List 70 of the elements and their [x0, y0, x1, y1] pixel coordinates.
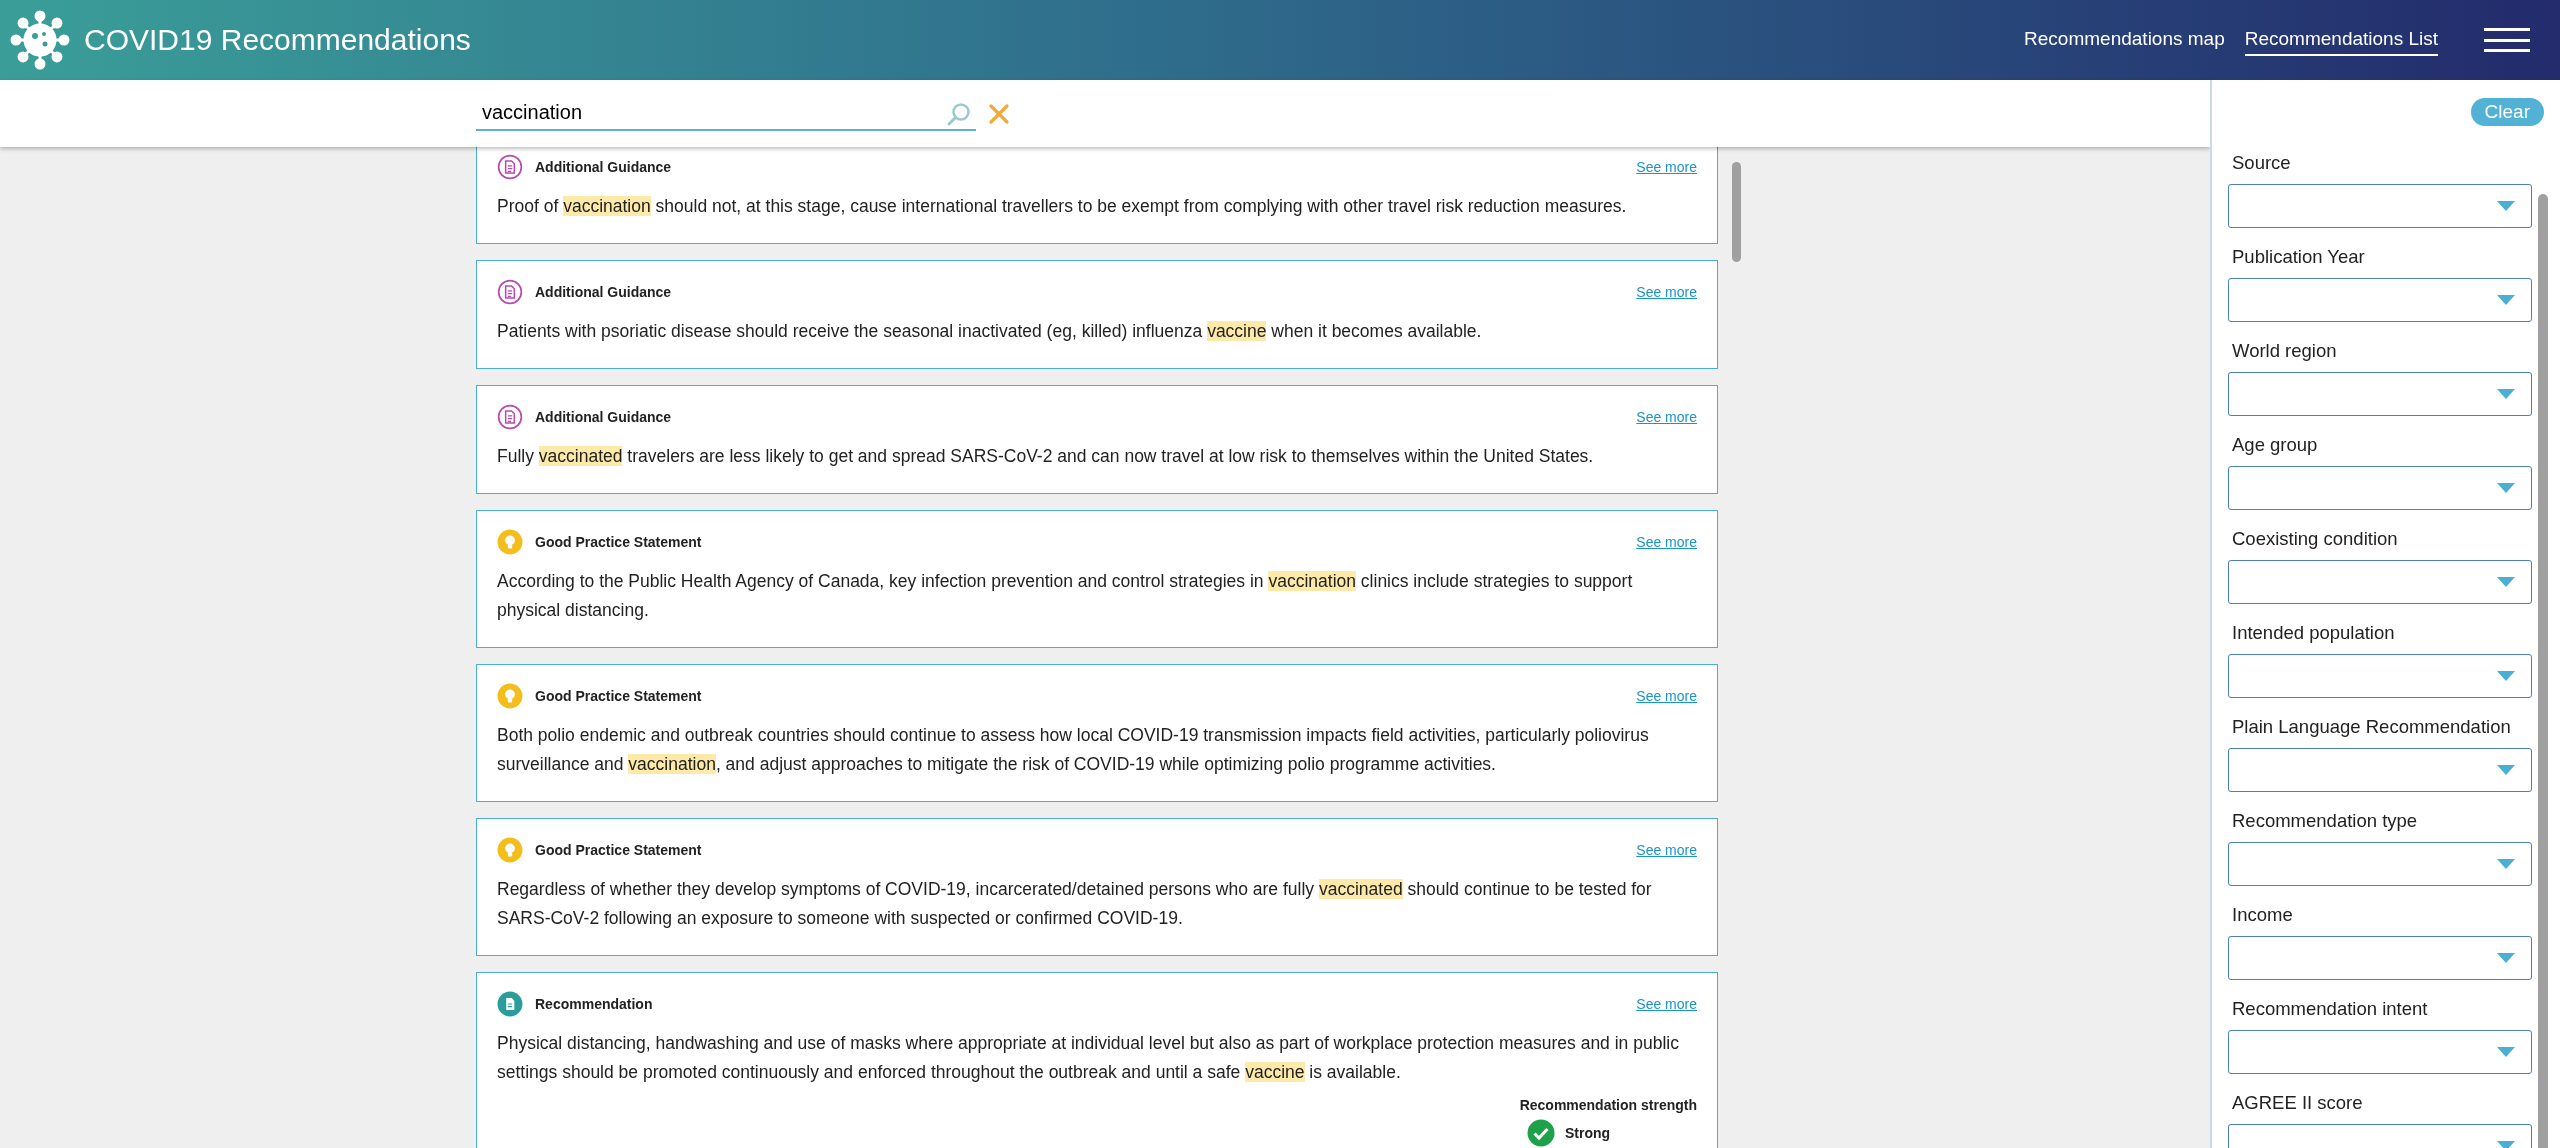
- lightbulb-icon: [497, 837, 523, 863]
- card-type: Good Practice Statement: [535, 534, 703, 550]
- see-more-link[interactable]: See more: [1636, 688, 1697, 704]
- recommendation-text: Fully vaccinated travelers are less likely to get and spread SARS-CoV-2 and can now travel at low risk to themselves within the United States.: [497, 445, 1595, 468]
- dropdown-caret-icon: [2497, 295, 2515, 305]
- filter-dropdown[interactable]: [2228, 748, 2532, 792]
- filter-label: Plain Language Recommendation: [2232, 716, 2512, 738]
- filter-dropdown[interactable]: [2228, 372, 2532, 416]
- dropdown-caret-icon: [2497, 483, 2515, 493]
- dropdown-caret-icon: [2497, 765, 2515, 775]
- dropdown-caret-icon: [2497, 671, 2515, 681]
- recommendation-text: Proof of vaccination should not, at this stage, cause international travellers to be exempt from complying with other travel risk reduction measures.: [497, 195, 1628, 218]
- document-icon: [497, 279, 523, 305]
- filter-label: Income: [2232, 904, 2294, 926]
- dropdown-caret-icon: [2497, 201, 2515, 211]
- menu-icon[interactable]: [2484, 28, 2530, 52]
- scrollbar-thumb[interactable]: [2538, 194, 2548, 1148]
- lightbulb-icon: [497, 683, 523, 709]
- dropdown-caret-icon: [2497, 389, 2515, 399]
- recommendation-text: Regardless of whether they develop symptoms of COVID-19, incarcerated/detained persons who are fully vaccinated should continue to be tested for SARS-CoV-2 following an exposure to someone with suspected or confirmed COVID-19.: [497, 878, 1653, 930]
- filter-dropdown[interactable]: [2228, 560, 2532, 604]
- dropdown-caret-icon: [2497, 953, 2515, 963]
- nav-link[interactable]: Recommendations map: [2024, 24, 2225, 56]
- strength-label: Recommendation strength: [1519, 1097, 1697, 1113]
- filter-label: Publication Year: [2232, 246, 2366, 268]
- card-type: Additional Guidance: [535, 284, 673, 300]
- recommendation-text: Both polio endemic and outbreak countries should continue to assess how local COVID-19 transmission impacts field activities, particularly poliovirus surveillance and vaccination, and adjust approaches to mitigate the risk of COVID-19 while optimizing polio programme activities.: [497, 724, 1650, 776]
- filter-label: Recommendation intent: [2232, 998, 2429, 1020]
- see-more-link[interactable]: See more: [1636, 409, 1697, 425]
- clear-button[interactable]: Clear: [2470, 98, 2544, 126]
- virus-logo-icon: [10, 10, 70, 70]
- dropdown-caret-icon: [2497, 577, 2515, 587]
- filter-label: AGREE II score: [2232, 1092, 2364, 1114]
- filter-dropdown[interactable]: [2228, 936, 2532, 980]
- see-more-link[interactable]: See more: [1636, 996, 1697, 1012]
- recommendation-text: According to the Public Health Agency of Canada, key infection prevention and control strategies in vaccination clinics include strategies to support physical distancing.: [497, 570, 1634, 622]
- filter-label: Recommendation type: [2232, 810, 2419, 832]
- document-icon: [497, 404, 523, 430]
- filter-dropdown[interactable]: [2228, 842, 2532, 886]
- document-icon: [497, 991, 523, 1017]
- document-icon: [497, 154, 523, 180]
- card-type: Good Practice Statement: [535, 688, 703, 704]
- lightbulb-icon: [497, 529, 523, 555]
- filter-label: Coexisting condition: [2232, 528, 2399, 550]
- card-type: Additional Guidance: [535, 409, 673, 425]
- dropdown-caret-icon: [2497, 1047, 2515, 1057]
- nav-link[interactable]: Recommendations List: [2244, 24, 2438, 56]
- recommendation-text: Physical distancing, handwashing and use of masks where appropriate at individual level but also as part of workplace protection measures and in public settings should be promoted continuously and enforced throughout the outbreak and until a safe vaccine is available.: [497, 1032, 1680, 1084]
- strength-value: Strong: [1565, 1125, 1611, 1141]
- filter-dropdown[interactable]: [2228, 278, 2532, 322]
- dropdown-caret-icon: [2497, 1141, 2515, 1148]
- recommendation-text: Patients with psoriatic disease should receive the seasonal inactivated (eg, killed) influenza vaccine when it becomes available.: [497, 320, 1483, 343]
- dropdown-caret-icon: [2497, 859, 2515, 869]
- card-type: Recommendation: [535, 996, 654, 1012]
- scrollbar-thumb[interactable]: [1732, 162, 1741, 262]
- see-more-link[interactable]: See more: [1636, 534, 1697, 550]
- see-more-link[interactable]: See more: [1636, 159, 1697, 175]
- card-type: Additional Guidance: [535, 159, 673, 175]
- filter-dropdown[interactable]: [2228, 1030, 2532, 1074]
- app-title: COVID19 Recommendations: [84, 23, 472, 57]
- filter-label: Source: [2232, 152, 2292, 174]
- card-type: Good Practice Statement: [535, 842, 703, 858]
- filter-dropdown[interactable]: [2228, 184, 2532, 228]
- filter-dropdown[interactable]: [2228, 654, 2532, 698]
- see-more-link[interactable]: See more: [1636, 842, 1697, 858]
- filter-label: World region: [2232, 340, 2338, 362]
- filter-dropdown[interactable]: [2228, 466, 2532, 510]
- see-more-link[interactable]: See more: [1636, 284, 1697, 300]
- filter-label: Age group: [2232, 434, 2319, 456]
- filter-label: Intended population: [2232, 622, 2396, 644]
